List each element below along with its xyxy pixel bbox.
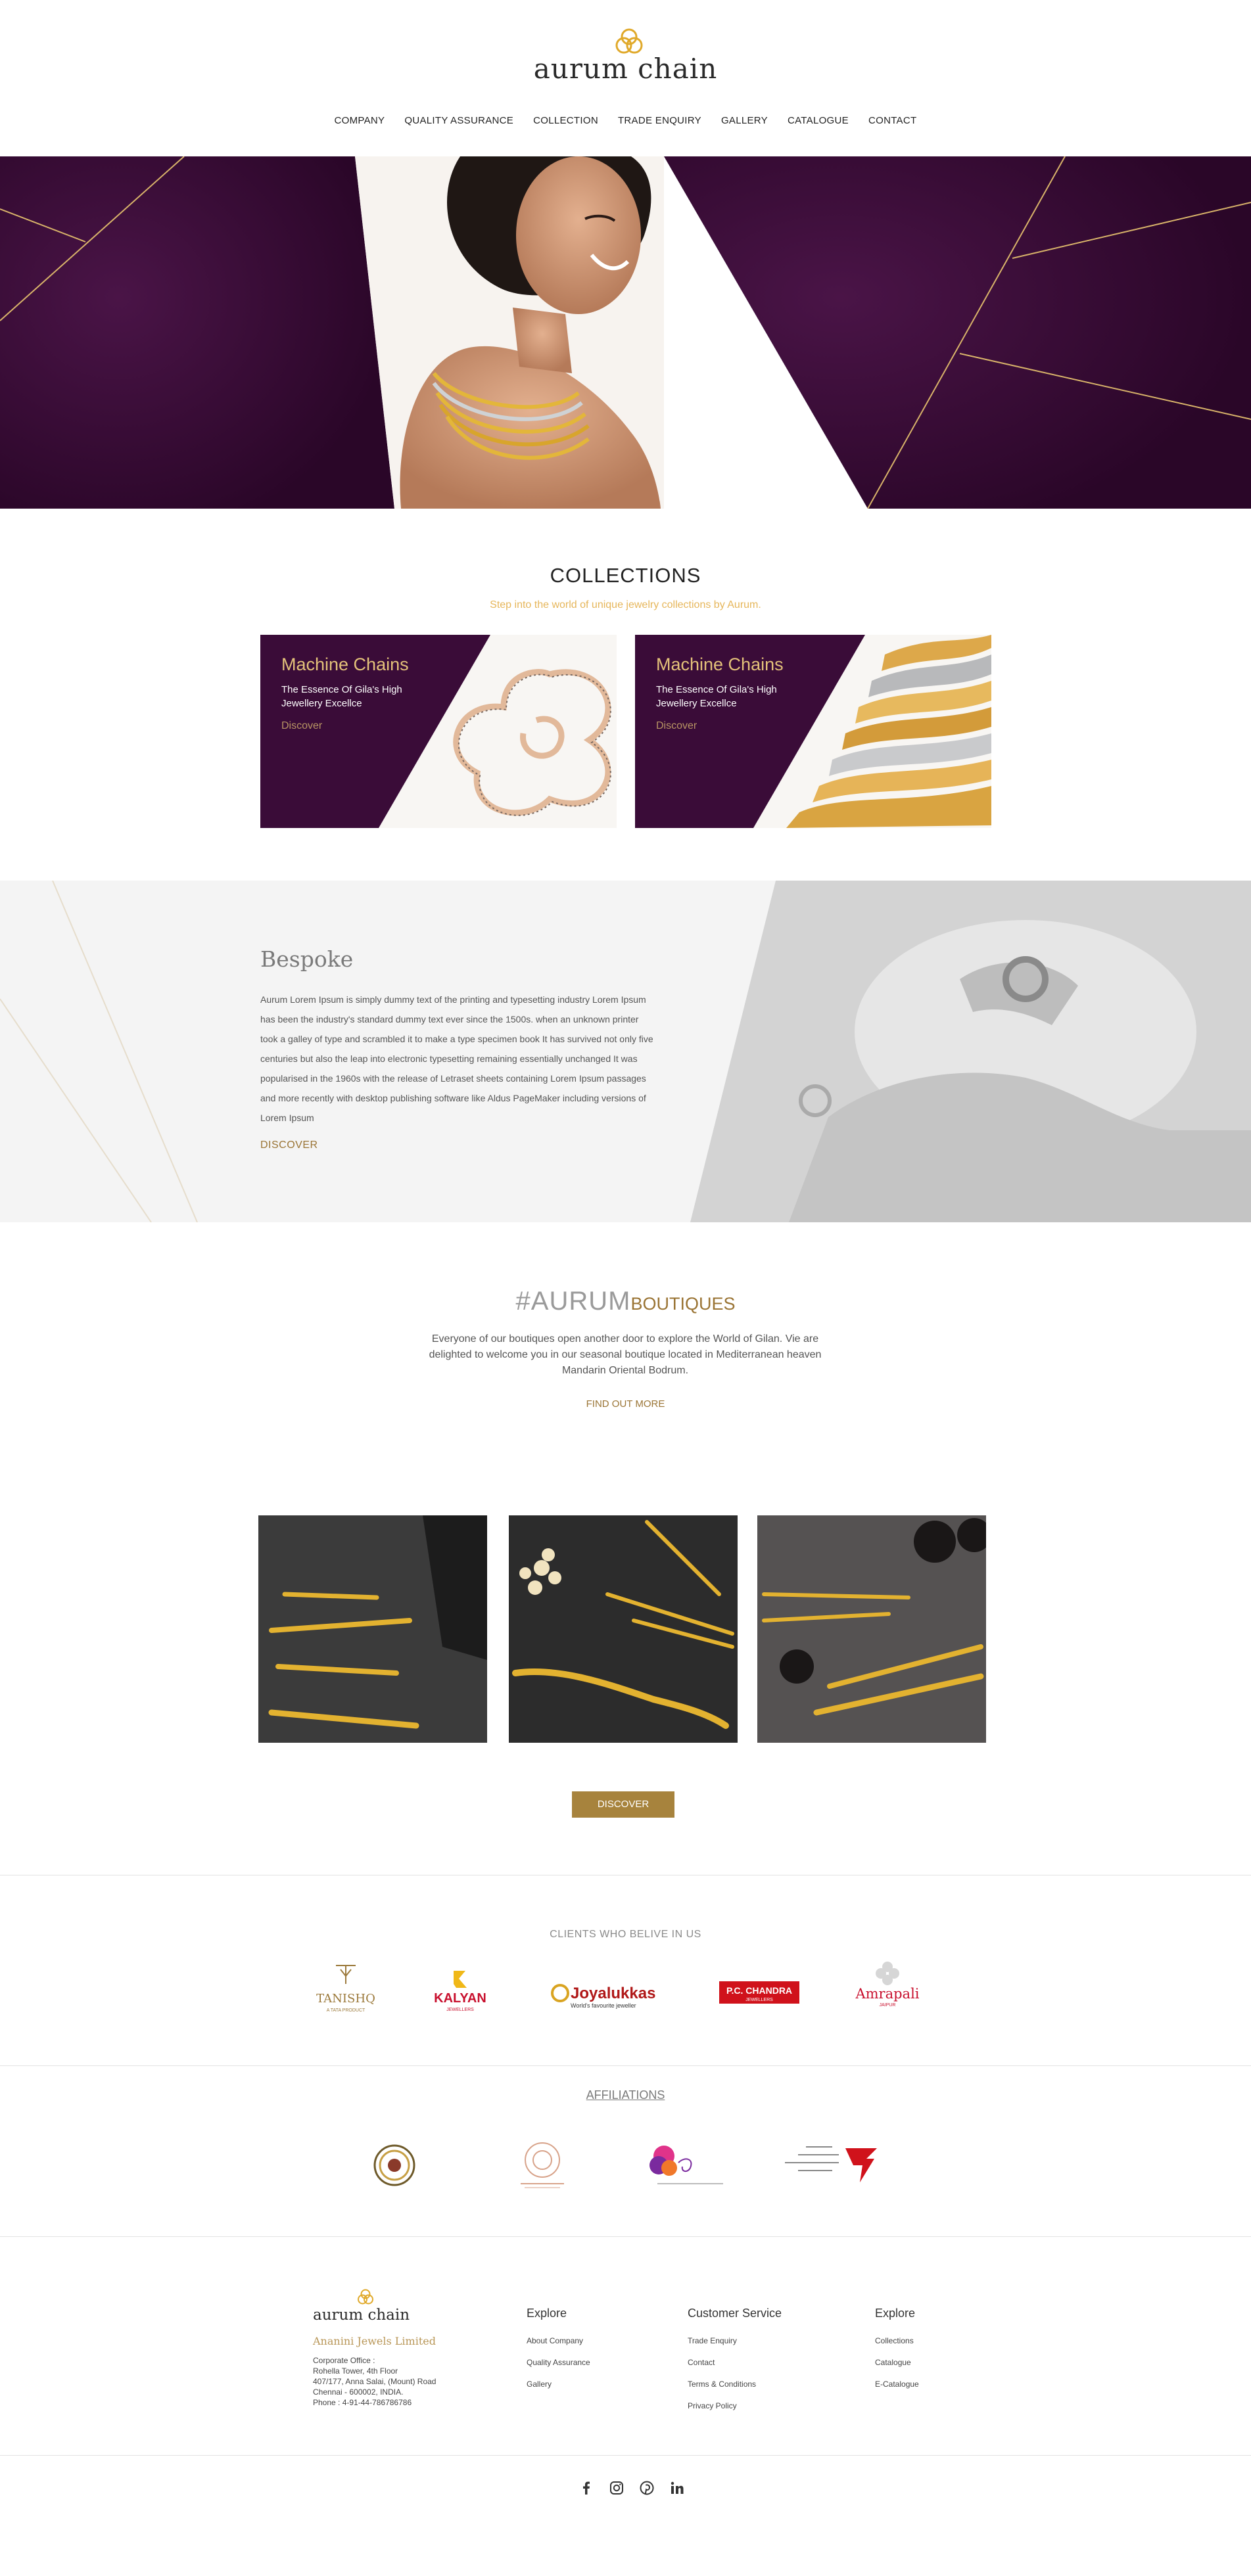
site-header: aurum chain COMPANY QUALITY ASSURANCE CO… [0,0,1251,156]
footer-column-title: Customer Service [688,2307,782,2320]
boutiques-discover-button[interactable]: DISCOVER [572,1791,674,1818]
address-line: 407/177, Anna Salai, (Mount) Road [313,2377,437,2386]
nav-catalogue[interactable]: CATALOGUE [788,115,849,126]
footer-address: Corporate Office : Rohella Tower, 4th Fl… [313,2355,436,2408]
client-logo-text: Amrapali [855,1986,919,2002]
collection-card-1[interactable]: Machine Chains The Essence Of Gila's Hig… [260,635,617,828]
logo-text[interactable]: aurum chain [0,53,1251,85]
bespoke-section: Bespoke Aurum Lorem Ipsum is simply dumm… [0,881,1251,1222]
affiliation-logo-1[interactable] [368,2139,421,2192]
clients-title: CLIENTS WHO BELIVE IN US [550,1929,701,1940]
footer-link-e-catalogue[interactable]: E-Catalogue [875,2380,919,2401]
client-logo-kalyan[interactable]: KALYAN JEWELLERS [427,1962,493,2021]
client-logo-amrapali[interactable]: Amrapali JAIPUR [848,1962,927,2021]
nav-trade-enquiry[interactable]: TRADE ENQUIRY [618,115,701,126]
nav-quality-assurance[interactable]: QUALITY ASSURANCE [404,115,513,126]
affiliations-title: AFFILIATIONS [586,2088,665,2102]
footer-column-title: Explore [875,2307,916,2320]
boutiques-text: Everyone of our boutiques open another d… [429,1333,822,1376]
pinterest-icon[interactable] [639,2480,655,2496]
footer-link-quality-assurance[interactable]: Quality Assurance [527,2358,590,2380]
client-logo-tanishq[interactable]: TANISHQ A TATA PRODUCT [313,1962,379,2021]
boutiques-hashtag: #AURUM [515,1287,631,1316]
main-nav: COMPANY QUALITY ASSURANCE COLLECTION TRA… [0,115,1251,126]
bespoke-title: Bespoke [260,946,354,972]
hero-banner [0,156,1251,509]
collection-card-2[interactable]: Machine Chains The Essence Of Gila's Hig… [635,635,991,828]
client-logo-subtext: World's favourite jeweller [571,2002,636,2009]
collection-card-title: Machine Chains [281,655,409,674]
section-divider [0,2065,1251,2066]
collections-subtitle: Step into the world of unique jewelry co… [490,599,761,610]
client-logo-text: TANISHQ [316,1992,375,2006]
client-logo-joyalukkas[interactable]: Joyalukkas World's favourite jeweller [548,1962,673,2021]
collection-card-title: Machine Chains [656,655,784,674]
client-logo-text: P.C. CHANDRA [726,1985,792,1996]
client-logo-subtext: A TATA PRODUCT [327,2008,366,2013]
footer-link-trade-enquiry[interactable]: Trade Enquiry [688,2336,782,2358]
footer-link-collections[interactable]: Collections [875,2336,919,2358]
address-line: Rohella Tower, 4th Floor [313,2366,398,2376]
footer-logo-text[interactable]: aurum chain [313,2307,410,2324]
footer-link-catalogue[interactable]: Catalogue [875,2358,919,2380]
gallery-image-3[interactable] [757,1515,986,1743]
collection-card-description: The Essence Of Gila's High Jewellery Exc… [281,684,402,709]
collection-card-description: The Essence Of Gila's High Jewellery Exc… [656,684,777,709]
nav-collection[interactable]: COLLECTION [533,115,598,126]
nav-contact[interactable]: CONTACT [868,115,916,126]
address-line: Chennai - 600002, INDIA. [313,2387,404,2397]
gallery-image-2[interactable] [509,1515,738,1743]
client-logo-text: Joyalukkas [571,1985,655,2002]
collections-title: COLLECTIONS [550,564,701,587]
gallery-image-1[interactable] [258,1515,487,1743]
footer-link-about-company[interactable]: About Company [527,2336,590,2358]
affiliation-logo-4[interactable] [780,2139,878,2192]
nav-gallery[interactable]: GALLERY [721,115,768,126]
bespoke-text: Aurum Lorem Ipsum is simply dummy text o… [260,994,653,1123]
affiliation-logo-2[interactable] [513,2139,572,2192]
nav-company[interactable]: COMPANY [335,115,385,126]
footer-link-gallery[interactable]: Gallery [527,2380,590,2401]
footer-column-customer-service: Customer Service Trade Enquiry Contact T… [688,2307,782,2423]
collection-card-discover-link[interactable]: Discover [656,720,697,732]
footer-logo-knot-icon[interactable] [355,2287,376,2308]
instagram-icon[interactable] [609,2480,625,2496]
footer-link-privacy-policy[interactable]: Privacy Policy [688,2401,782,2423]
footer-company-name: Ananini Jewels Limited [313,2335,436,2347]
address-line: Corporate Office : [313,2356,375,2365]
footer-column-title: Explore [527,2307,567,2320]
section-divider [0,2236,1251,2237]
client-logo-subtext: JAIPUR [880,2003,896,2008]
section-divider [0,2455,1251,2456]
affiliation-logo-3[interactable] [644,2139,730,2192]
client-logo-pc-chandra[interactable]: P.C. CHANDRA JEWELLERS [717,1962,802,2021]
footer-column-explore-2: Explore Collections Catalogue E-Catalogu… [875,2307,919,2401]
client-logo-subtext: JEWELLERS [446,2008,474,2012]
footer-link-terms[interactable]: Terms & Conditions [688,2380,782,2401]
facebook-icon[interactable] [578,2480,594,2496]
hero-image [0,156,1251,509]
client-logo-subtext: JEWELLERS [745,1998,773,2002]
footer-link-contact[interactable]: Contact [688,2358,782,2380]
bespoke-discover-link[interactable]: DISCOVER [260,1139,318,1151]
client-logo-text: KALYAN [434,1991,486,2006]
address-line: Phone : 4-91-44-786786786 [313,2398,412,2407]
boutiques-heading: BOUTIQUES [630,1294,736,1314]
social-links [578,2480,685,2496]
boutiques-title: #AURUMBOUTIQUES [0,1287,1251,1316]
find-out-more-link[interactable]: FIND OUT MORE [0,1398,1251,1410]
collection-card-discover-link[interactable]: Discover [281,720,322,732]
linkedin-icon[interactable] [669,2480,685,2496]
footer-column-explore: Explore About Company Quality Assurance … [527,2307,590,2401]
